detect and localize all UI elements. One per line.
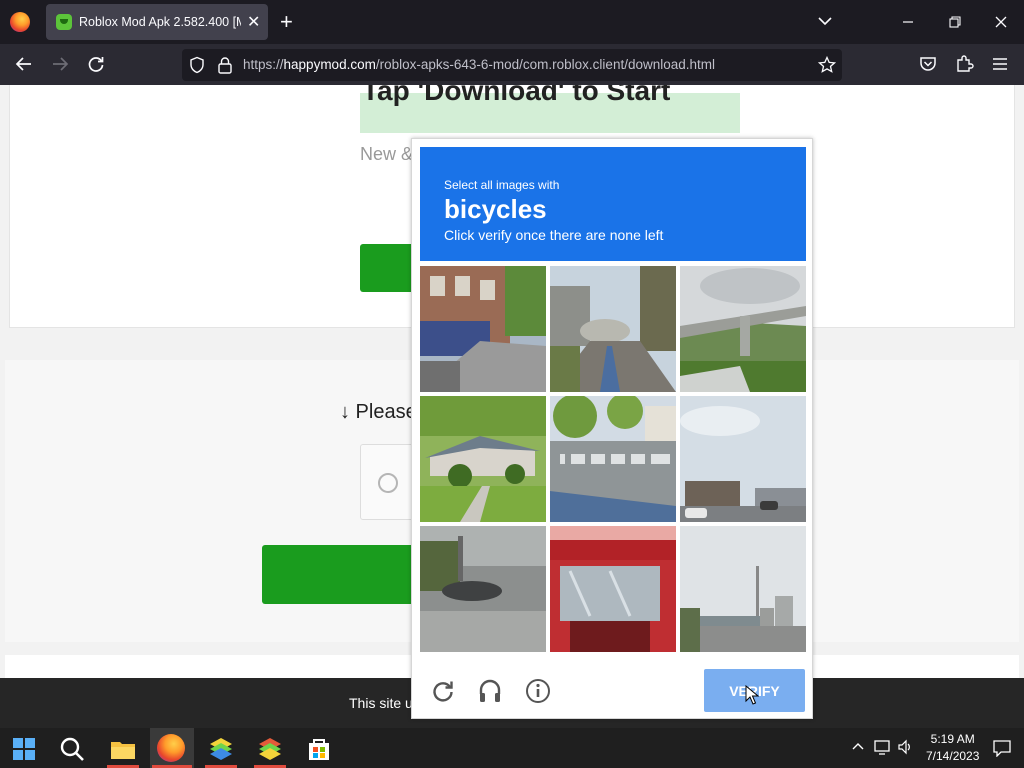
mouse-cursor-icon (745, 685, 759, 705)
captcha-tile-1[interactable] (420, 266, 546, 392)
captcha-subtitle: Select all images with (444, 178, 560, 192)
captcha-tile-5[interactable] (550, 396, 676, 522)
navigation-bar: https://happymod.com/roblox-apks-643-6-m… (0, 44, 1024, 85)
clock-time: 5:19 AM (930, 732, 975, 746)
close-window-icon[interactable] (986, 8, 1016, 36)
bookmark-star-icon[interactable] (818, 56, 836, 74)
info-icon[interactable] (525, 678, 551, 704)
captcha-tile-9[interactable] (680, 526, 806, 652)
clock-date: 7/14/2023 (926, 749, 980, 763)
network-icon[interactable] (874, 739, 892, 755)
microsoft-store-icon[interactable] (304, 734, 334, 764)
download-heading: Tap 'Download' to Start (362, 85, 671, 106)
forward-arrow-icon[interactable] (50, 54, 70, 74)
continue-button[interactable] (262, 545, 422, 604)
back-arrow-icon[interactable] (14, 54, 34, 74)
minimize-icon[interactable] (893, 8, 923, 36)
tab-title: Roblox Mod Apk 2.582.400 [Mo (79, 15, 241, 29)
captcha-header: Select all images with bicycles Click ve… (420, 147, 806, 261)
url-text[interactable]: https://happymod.com/roblox-apks-643-6-m… (243, 57, 715, 72)
new-tab-button[interactable]: + (280, 9, 293, 35)
volume-icon[interactable] (898, 739, 914, 755)
menu-hamburger-icon[interactable] (990, 54, 1010, 74)
captcha-tile-2[interactable] (550, 266, 676, 392)
bluestacks-multi-icon[interactable] (255, 734, 285, 764)
captcha-tile-4[interactable] (420, 396, 546, 522)
captcha-checkbox[interactable] (378, 473, 398, 493)
captcha-tile-8[interactable] (550, 526, 676, 652)
captcha-target: bicycles (444, 194, 547, 224)
url-bar[interactable]: https://happymod.com/roblox-apks-643-6-m… (182, 49, 842, 81)
extensions-puzzle-icon[interactable] (954, 54, 974, 74)
windows-taskbar: 5:19 AM 7/14/2023 (0, 728, 1024, 768)
bluestacks-icon[interactable] (206, 734, 236, 764)
search-icon[interactable] (57, 734, 87, 764)
list-all-tabs-chevron-icon[interactable] (816, 12, 834, 30)
windows-start-icon[interactable] (9, 734, 39, 764)
captcha-instruction: Click verify once there are none left (444, 227, 664, 243)
captcha-challenge: Select all images with bicycles Click ve… (411, 138, 813, 719)
show-hidden-icons-chevron-icon[interactable] (852, 741, 864, 753)
please-text: ↓ Please (340, 401, 417, 423)
notifications-icon[interactable] (992, 739, 1012, 757)
captcha-tile-7[interactable] (420, 526, 546, 652)
pocket-icon[interactable] (918, 54, 938, 74)
captcha-tile-3[interactable] (680, 266, 806, 392)
system-clock[interactable]: 5:19 AM 7/14/2023 (926, 731, 979, 765)
lock-icon[interactable] (217, 56, 233, 74)
tab-bar: Roblox Mod Apk 2.582.400 [Mo ✕ + (0, 0, 1024, 44)
firefox-taskbar-icon[interactable] (157, 734, 185, 762)
cookie-text: This site u (349, 695, 413, 711)
audio-headphones-icon[interactable] (477, 678, 503, 704)
captcha-tile-6[interactable] (680, 396, 806, 522)
restore-icon[interactable] (940, 8, 970, 36)
shield-icon[interactable] (188, 56, 206, 74)
file-explorer-icon[interactable] (108, 734, 138, 764)
reload-icon[interactable] (86, 54, 106, 74)
tab-close-icon[interactable]: ✕ (247, 12, 260, 32)
happymod-favicon-icon (56, 14, 72, 30)
firefox-logo-icon[interactable] (10, 12, 30, 32)
new-text: New & (360, 144, 414, 164)
active-tab[interactable]: Roblox Mod Apk 2.582.400 [Mo ✕ (46, 4, 268, 40)
refresh-icon[interactable] (430, 678, 456, 704)
